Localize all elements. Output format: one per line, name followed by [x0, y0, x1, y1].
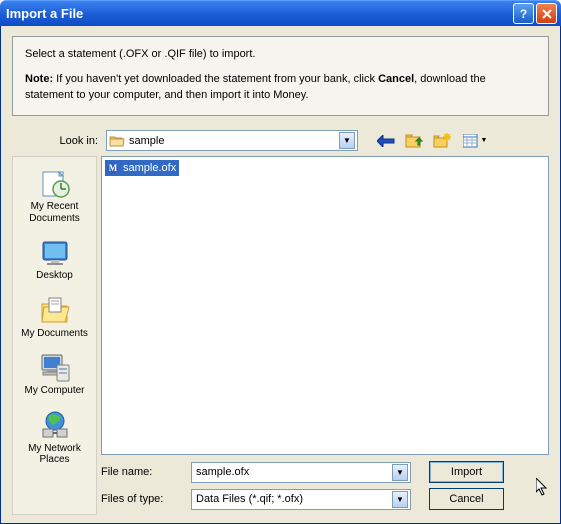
cancel-button[interactable]: Cancel	[429, 488, 504, 510]
lookin-label: Look in:	[40, 135, 98, 147]
mydocuments-icon	[39, 294, 71, 326]
svg-text:M: M	[109, 163, 118, 173]
close-button[interactable]	[536, 3, 557, 24]
file-type-icon: M	[105, 160, 121, 176]
filetype-combo[interactable]: Data Files (*.qif; *.ofx) ▼	[191, 489, 411, 510]
help-button[interactable]: ?	[513, 3, 534, 24]
folder-new-icon	[433, 133, 451, 149]
info-line1: Select a statement (.OFX or .QIF file) t…	[25, 47, 536, 62]
filename-label: File name:	[101, 466, 191, 478]
places-bar: My Recent Documents Desktop My Documents…	[12, 156, 97, 515]
filename-combo[interactable]: sample.ofx ▼	[191, 462, 411, 483]
dropdown-arrow-icon[interactable]: ▼	[392, 491, 408, 508]
new-folder-button[interactable]	[432, 131, 452, 151]
file-item-label: sample.ofx	[122, 161, 179, 175]
file-list[interactable]: M sample.ofx	[101, 156, 549, 455]
info-panel: Select a statement (.OFX or .QIF file) t…	[12, 36, 549, 116]
place-mycomp[interactable]: My Computer	[16, 347, 94, 403]
recent-docs-icon	[39, 167, 71, 199]
window-title: Import a File	[6, 6, 513, 21]
place-mydocs[interactable]: My Documents	[16, 290, 94, 346]
filename-value: sample.ofx	[194, 466, 392, 478]
place-network[interactable]: My Network Places	[16, 405, 94, 472]
desktop-icon	[39, 236, 71, 268]
mycomputer-icon	[39, 351, 71, 383]
filetype-label: Files of type:	[101, 493, 191, 505]
network-places-icon	[39, 409, 71, 441]
lookin-combo[interactable]: sample ▼	[106, 130, 358, 151]
views-button[interactable]: ▼	[460, 131, 490, 151]
folder-open-icon	[109, 134, 125, 148]
filetype-value: Data Files (*.qif; *.ofx)	[194, 493, 392, 505]
place-desktop[interactable]: Desktop	[16, 232, 94, 288]
close-icon	[542, 9, 552, 19]
import-button[interactable]: Import	[429, 461, 504, 483]
info-line2: Note: If you haven't yet downloaded the …	[25, 72, 536, 103]
place-recent[interactable]: My Recent Documents	[16, 163, 94, 230]
back-button[interactable]	[376, 131, 396, 151]
dropdown-arrow-icon[interactable]: ▼	[392, 464, 408, 481]
lookin-value: sample	[129, 135, 339, 147]
folder-up-icon	[405, 133, 423, 149]
views-icon	[463, 134, 479, 148]
up-folder-button[interactable]	[404, 131, 424, 151]
arrow-left-icon	[377, 135, 395, 147]
dropdown-arrow-icon[interactable]: ▼	[339, 132, 355, 149]
file-item-selected[interactable]: M sample.ofx	[105, 160, 179, 176]
chevron-down-icon: ▼	[481, 137, 488, 144]
